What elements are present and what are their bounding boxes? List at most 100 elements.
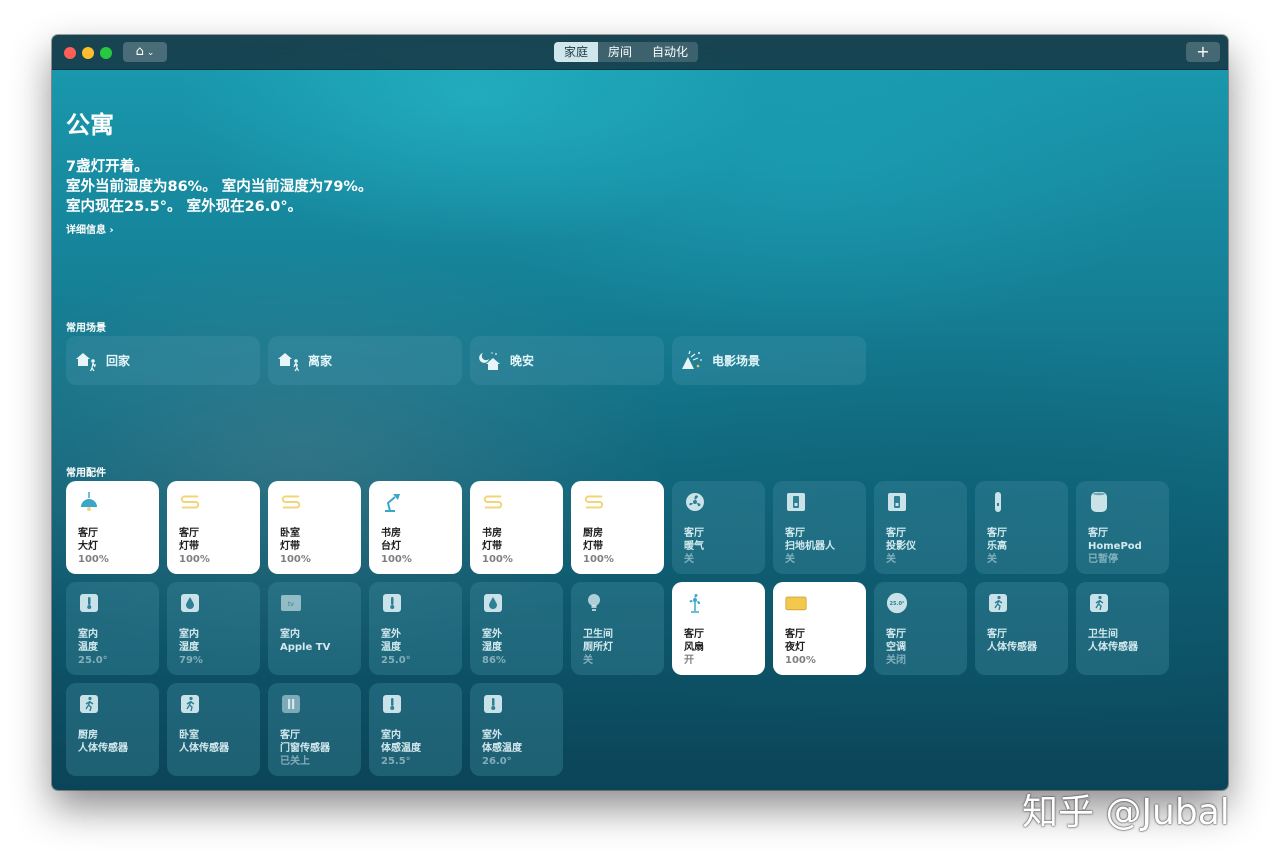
accessory-tile[interactable]: 客厅 夜灯 100%: [773, 582, 866, 675]
accessory-name: 温度: [381, 642, 401, 653]
accessory-tile[interactable]: 客厅 暖气关: [672, 481, 765, 574]
accessory-name: HomePod: [1088, 541, 1142, 552]
accessory-tile[interactable]: 厨房 灯带 100%: [571, 481, 664, 574]
status-line: 室内现在25.5°。 室外现在26.0°。: [66, 199, 303, 215]
accessory-name: 人体传感器: [179, 743, 229, 754]
accessory-name: 夜灯: [785, 642, 805, 653]
accessory-tile[interactable]: 室内 温度 25.0°: [66, 582, 159, 675]
accessory-tile[interactable]: 书房 台灯 100%: [369, 481, 462, 574]
accessory-labels: 客厅 夜灯 100%: [785, 628, 816, 667]
accessory-tile[interactable]: 客厅 HomePod 已暂停: [1076, 481, 1169, 574]
accessory-name: Apple TV: [280, 642, 331, 653]
accessory-tile[interactable]: 室外 湿度 86%: [470, 582, 563, 675]
accessory-tile[interactable]: 室内 体感温度 25.5°: [369, 683, 462, 776]
accessory-tile[interactable]: 室外 体感温度 26.0°: [470, 683, 563, 776]
accessory-status: 100%: [381, 554, 412, 565]
accessory-status: 100%: [482, 554, 513, 565]
accessory-labels: 书房 台灯 100%: [381, 527, 412, 566]
accessory-room: 室外: [381, 629, 401, 640]
scenes-row: 回家 离家 晚安 电影场景: [66, 336, 866, 385]
motion-sensor-icon: [78, 693, 100, 715]
accessory-labels: 卫生间 人体传感器: [1088, 628, 1138, 654]
accessory-room: 卧室: [179, 730, 199, 741]
accessory-name: 暖气: [684, 541, 704, 552]
heater-fan-icon: [684, 491, 706, 513]
accessory-labels: 室外 体感温度 26.0°: [482, 729, 522, 768]
accessory-room: 室外: [482, 629, 502, 640]
scene-good-night[interactable]: 晚安: [470, 336, 664, 385]
accessory-labels: 厨房 灯带 100%: [583, 527, 614, 566]
add-button[interactable]: +: [1186, 42, 1220, 62]
accessory-tile[interactable]: 室外 温度 25.0°: [369, 582, 462, 675]
accessory-labels: 室外 湿度 86%: [482, 628, 506, 667]
accessory-labels: 客厅 大灯 100%: [78, 527, 109, 566]
thermometer-icon: [381, 693, 403, 715]
accessory-room: 卧室: [280, 528, 300, 539]
accessory-labels: 卧室 灯带 100%: [280, 527, 311, 566]
bulb-icon: [583, 592, 605, 614]
accessory-labels: 客厅 乐高关: [987, 527, 1007, 566]
tab-automation[interactable]: 自动化: [642, 42, 698, 62]
accessory-tile[interactable]: 客厅 扫地机器人关: [773, 481, 866, 574]
accessories-section-title: 常用配件: [66, 468, 106, 479]
scene-label: 电影场景: [712, 354, 761, 368]
accessory-tile[interactable]: 客厅 人体传感器: [975, 582, 1068, 675]
accessory-tile[interactable]: 客厅 风扇开: [672, 582, 765, 675]
accessory-status: 关: [886, 554, 896, 565]
accessory-labels: 客厅 扫地机器人关: [785, 527, 835, 566]
accessory-tile[interactable]: 客厅 乐高关: [975, 481, 1068, 574]
accessory-room: 客厅: [684, 629, 704, 640]
accessory-labels: 客厅 门窗传感器 已关上: [280, 729, 330, 768]
accessory-tile[interactable]: 卧室 灯带 100%: [268, 481, 361, 574]
accessory-labels: 厨房 人体传感器: [78, 729, 128, 755]
home-selector-button[interactable]: ⌂ ⌄: [123, 42, 167, 62]
scene-leave-home[interactable]: 离家: [268, 336, 462, 385]
accessory-tile[interactable]: 书房 灯带 100%: [470, 481, 563, 574]
accessory-name: 大灯: [78, 541, 98, 552]
night-light-icon: [785, 592, 807, 614]
accessory-tile[interactable]: 室内 湿度 79%: [167, 582, 260, 675]
accessory-name: 温度: [78, 642, 98, 653]
details-link[interactable]: 详细信息 ›: [66, 221, 114, 236]
accessory-tile[interactable]: 客厅 门窗传感器 已关上: [268, 683, 361, 776]
accessory-name: 人体传感器: [1088, 642, 1138, 653]
accessory-tile[interactable]: 25.0° 客厅 空调 关闭: [874, 582, 967, 675]
page-title: 公寓: [66, 111, 114, 139]
accessory-room: 室外: [482, 730, 502, 741]
switch-icon: [785, 491, 807, 513]
accessory-tile[interactable]: tv 室内 Apple TV: [268, 582, 361, 675]
accessory-status: 25.0°: [78, 655, 108, 666]
accessory-tile[interactable]: 客厅 大灯 100%: [66, 481, 159, 574]
accessory-name: 人体传感器: [78, 743, 128, 754]
accessory-room: 室内: [280, 629, 300, 640]
accessory-labels: 客厅 空调 关闭: [886, 628, 906, 667]
accessory-status: 已暂停: [1088, 554, 1118, 565]
accessory-tile[interactable]: 厨房 人体传感器: [66, 683, 159, 776]
accessory-tile[interactable]: 客厅 灯带 100%: [167, 481, 260, 574]
chevron-down-icon: ⌄: [146, 48, 155, 58]
accessory-tile[interactable]: 客厅 投影仪关: [874, 481, 967, 574]
close-window-button[interactable]: [64, 47, 76, 59]
minimize-window-button[interactable]: [82, 47, 94, 59]
accessory-name: 门窗传感器: [280, 743, 330, 754]
accessory-name: 厕所灯: [583, 642, 613, 653]
accessory-name: 空调: [886, 642, 906, 653]
scene-movie[interactable]: 电影场景: [672, 336, 866, 385]
accessory-status: 100%: [583, 554, 614, 565]
view-tabs: 家庭 房间 自动化: [554, 42, 699, 62]
tab-home[interactable]: 家庭: [554, 42, 599, 62]
accessory-name: 灯带: [482, 541, 502, 552]
tab-rooms[interactable]: 房间: [598, 42, 642, 62]
accessory-room: 书房: [381, 528, 401, 539]
accessory-tile[interactable]: 卫生间 厕所灯关: [571, 582, 664, 675]
accessory-tile[interactable]: 卧室 人体传感器: [167, 683, 260, 776]
accessories-grid: 客厅 大灯 100% 客厅 灯带 100% 卧室 灯带 100% 书房 台灯 100% 书房 灯带 100%…: [66, 481, 1169, 776]
thermometer-icon: [482, 693, 504, 715]
zoom-window-button[interactable]: [100, 47, 112, 59]
accessory-tile[interactable]: 卫生间 人体传感器: [1076, 582, 1169, 675]
accessory-status: 100%: [179, 554, 210, 565]
accessory-status: 关: [684, 554, 694, 565]
accessory-labels: 客厅 投影仪关: [886, 527, 916, 566]
scene-arrive-home[interactable]: 回家: [66, 336, 260, 385]
accessory-name: 湿度: [482, 642, 502, 653]
